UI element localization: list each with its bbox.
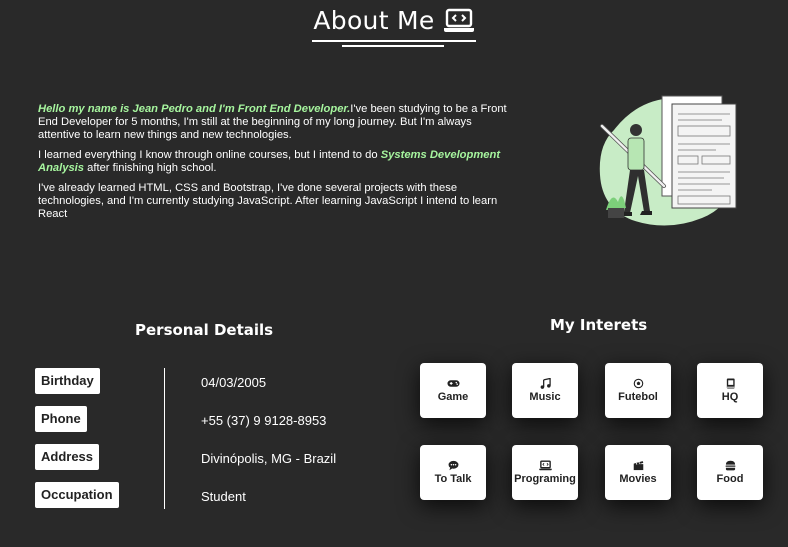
laptop-code-icon	[538, 460, 552, 471]
title-underline-short	[342, 45, 444, 47]
intro-text-2b: after finishing high school.	[84, 162, 217, 174]
details-divider	[164, 368, 165, 509]
intro-paragraph-1: Hello my name is Jean Pedro and I'm Fron…	[38, 103, 516, 142]
intro-text-2a: I learned everything I know through onli…	[38, 149, 381, 161]
detail-value-phone: +55 (37) 9 9128-8953	[201, 413, 327, 428]
soccer-ball-icon	[633, 378, 643, 389]
detail-value-birthday: 04/03/2005	[201, 375, 267, 390]
interest-card-to-talk[interactable]: To Talk	[420, 445, 486, 500]
intro-paragraph-2: I learned everything I know through onli…	[38, 149, 516, 175]
book-icon	[726, 378, 735, 389]
interest-card-food[interactable]: Food	[697, 445, 763, 500]
interest-label-music: Music	[529, 391, 561, 403]
burger-icon	[725, 460, 735, 471]
personal-details-title: Personal Details	[135, 321, 274, 339]
interest-label-programing: Programing	[514, 473, 576, 485]
page-header: About Me	[0, 6, 788, 35]
page-title-group: About Me	[313, 6, 474, 35]
about-intro: Hello my name is Jean Pedro and I'm Fron…	[38, 103, 516, 228]
interest-label-futebol: Futebol	[618, 391, 658, 403]
page-title: About Me	[313, 6, 435, 35]
detail-value-occupation: Student	[201, 489, 246, 504]
music-note-icon	[540, 378, 551, 389]
detail-value-address: Divinópolis, MG - Brazil	[201, 451, 337, 466]
interest-card-programing[interactable]: Programing	[512, 445, 578, 500]
interest-label-hq: HQ	[721, 391, 739, 403]
clapperboard-icon	[633, 461, 643, 471]
interest-label-movies: Movies	[619, 473, 657, 485]
developer-illustration	[599, 95, 737, 226]
interests-title: My Interets	[550, 316, 648, 334]
interest-card-music[interactable]: Music	[512, 363, 578, 418]
interest-label-food: Food	[716, 473, 744, 485]
detail-label-phone: Phone	[35, 406, 87, 432]
detail-label-occupation: Occupation	[35, 482, 119, 508]
title-underline	[312, 40, 476, 42]
interest-label-game: Game	[437, 391, 469, 403]
interest-card-futebol[interactable]: Futebol	[605, 363, 671, 418]
intro-text-3: I've already learned HTML, CSS and Boots…	[38, 182, 498, 220]
interest-label-to-talk: To Talk	[434, 473, 472, 485]
interest-card-game[interactable]: Game	[420, 363, 486, 418]
detail-label-address: Address	[35, 444, 100, 470]
gamepad-icon	[446, 380, 460, 387]
detail-label-birthday: Birthday	[35, 368, 100, 394]
chat-bubble-icon	[448, 460, 458, 471]
intro-paragraph-3: I've already learned HTML, CSS and Boots…	[38, 182, 516, 221]
interest-card-movies[interactable]: Movies	[605, 445, 671, 500]
interest-card-hq[interactable]: HQ	[697, 363, 763, 418]
laptop-code-icon	[443, 8, 474, 32]
intro-highlight-name: Hello my name is Jean Pedro and I'm Fron…	[38, 103, 351, 115]
